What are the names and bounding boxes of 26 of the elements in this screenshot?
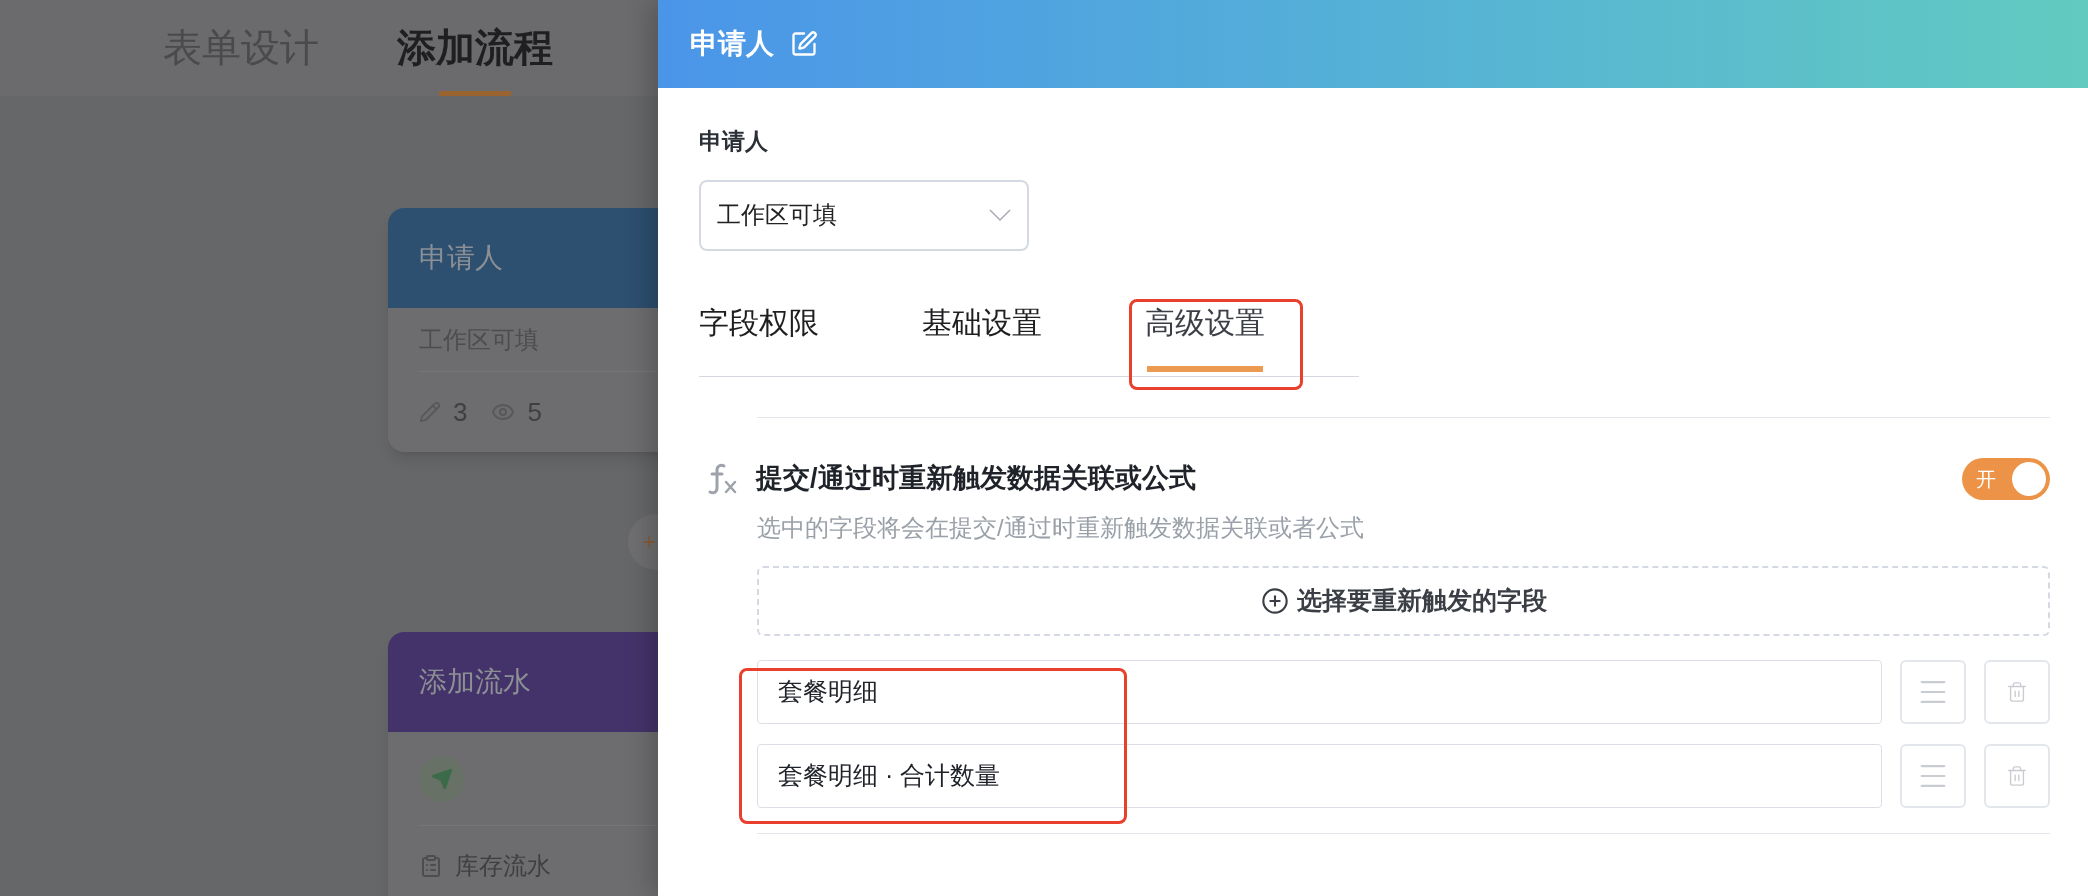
delete-button[interactable] [1984,659,2050,724]
setting-description: 选中的字段将会在提交/通过时重新触发数据关联或者公式 [757,512,1365,543]
settings-tab[interactable]: 基础设置 [922,288,1042,376]
select-fields-button[interactable]: 选择要重新触发的字段 [757,565,2050,636]
trash-icon [2006,764,2028,787]
clipboard-icon [419,854,443,878]
field-item[interactable]: 套餐明细 [757,659,1882,724]
node-title: 申请人 [419,241,503,275]
paper-plane-icon [419,755,465,802]
trash-icon [2006,680,2028,703]
node-title: 添加流水 [419,665,531,699]
drag-handle[interactable] [1900,659,1966,724]
drag-handle[interactable] [1900,743,1966,808]
field-item[interactable]: 套餐明细 · 合计数量 [757,743,1882,808]
plus-icon [640,533,658,551]
field-label: 申请人 [699,127,769,156]
settings-tab[interactable]: 高级设置 [1145,288,1265,376]
settings-tab[interactable]: 字段权限 [699,288,819,376]
setting-title: 提交/通过时重新触发数据关联或公式 [756,462,1196,496]
delete-button[interactable] [1984,743,2050,808]
drawer-title: 申请人 [690,27,774,61]
edit-icon[interactable] [790,30,818,58]
plus-circle-icon [1260,586,1289,615]
add-node-button[interactable] [628,514,658,570]
chevron-down-icon [989,209,1011,221]
permission-select[interactable]: 工作区可填 [699,179,1029,251]
